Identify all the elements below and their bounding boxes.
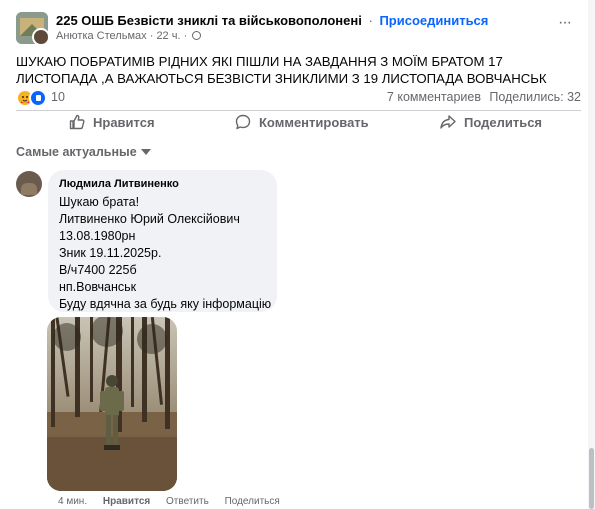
- soldier-forest-photo: [47, 317, 177, 491]
- share-button[interactable]: Поделиться: [440, 114, 542, 134]
- comment-author-link[interactable]: Людмила Литвиненко: [59, 177, 266, 191]
- comment-meta: 4 мин. Нравится Ответить Поделиться: [58, 496, 293, 507]
- separator-dot: ·: [183, 30, 188, 42]
- reaction-count[interactable]: 10: [51, 90, 65, 104]
- group-avatar[interactable]: [16, 12, 48, 44]
- comment-reply-button[interactable]: Ответить: [166, 496, 209, 507]
- post-title-line: 225 ОШБ Безвісти зниклі та військовополо…: [56, 13, 488, 28]
- post-text: ШУКАЮ ПОБРАТИМІВ РІДНИХ ЯКІ ПІШЛИ НА ЗАВ…: [16, 54, 547, 86]
- post-stats: 10 7 комментариев Поделились: 32: [16, 89, 581, 107]
- comment-line: Шукаю брата!: [59, 195, 140, 209]
- comment-like-button[interactable]: Нравится: [103, 496, 150, 507]
- globe-icon: [192, 31, 202, 40]
- comment-line: В/ч7400 225б: [59, 263, 137, 277]
- comment-button-label: Комментировать: [259, 115, 369, 130]
- comment-share-button[interactable]: Поделиться: [225, 496, 280, 507]
- more-options-icon[interactable]: ···: [558, 15, 578, 32]
- like-button[interactable]: Нравится: [69, 114, 155, 134]
- scrollbar-track[interactable]: [588, 0, 595, 509]
- post-actions-bar: Нравится Комментировать Поделиться: [16, 112, 581, 134]
- comments-sort-label: Самые актуальные: [16, 145, 137, 159]
- join-group-button[interactable]: Присоединиться: [379, 13, 488, 28]
- share-icon: [440, 115, 456, 129]
- comment-time-link[interactable]: 4 мин.: [58, 496, 87, 507]
- divider: [16, 110, 581, 111]
- like-reaction-icon: [29, 89, 47, 107]
- comments-count-link[interactable]: 7 комментариев: [387, 90, 481, 104]
- comment-line: Литвиненко Юрий Олексійович: [59, 212, 240, 226]
- author-name-link[interactable]: Анютка Стельмах: [56, 30, 147, 42]
- comments-sort-dropdown[interactable]: Самые актуальные: [16, 145, 151, 159]
- separator-dot: ·: [149, 30, 154, 42]
- post-time-link[interactable]: 22 ч.: [156, 30, 180, 42]
- thumbs-up-icon: [69, 114, 85, 130]
- group-name-link[interactable]: 225 ОШБ Безвісти зниклі та військовополо…: [56, 13, 362, 28]
- like-button-label: Нравится: [93, 115, 155, 130]
- post-meta: Анютка Стельмах · 22 ч. ·: [56, 30, 202, 42]
- comment-line: нп.Вовчанськ: [59, 280, 137, 294]
- shares-count-link[interactable]: Поделились: 32: [489, 90, 581, 104]
- comment-bubble: Людмила Литвиненко Шукаю брата! Литвинен…: [48, 170, 277, 312]
- comment-line: 13.08.1980рн: [59, 229, 136, 243]
- comment-line: Буду вдячна за будь яку інформацію: [59, 297, 272, 311]
- post-header: 225 ОШБ Безвісти зниклі та військовополо…: [16, 10, 595, 46]
- separator-dot: ·: [368, 13, 373, 28]
- commenter-avatar[interactable]: [16, 171, 42, 197]
- scrollbar-thumb[interactable]: [589, 448, 594, 509]
- chevron-down-icon: [140, 149, 151, 155]
- author-avatar[interactable]: [32, 28, 48, 44]
- comment-photo[interactable]: [47, 317, 177, 491]
- comment-button[interactable]: Комментировать: [235, 114, 369, 134]
- comment-icon: [235, 114, 251, 130]
- share-button-label: Поделиться: [464, 115, 543, 130]
- comment-line: Зник 19.11.2025р.: [59, 246, 162, 260]
